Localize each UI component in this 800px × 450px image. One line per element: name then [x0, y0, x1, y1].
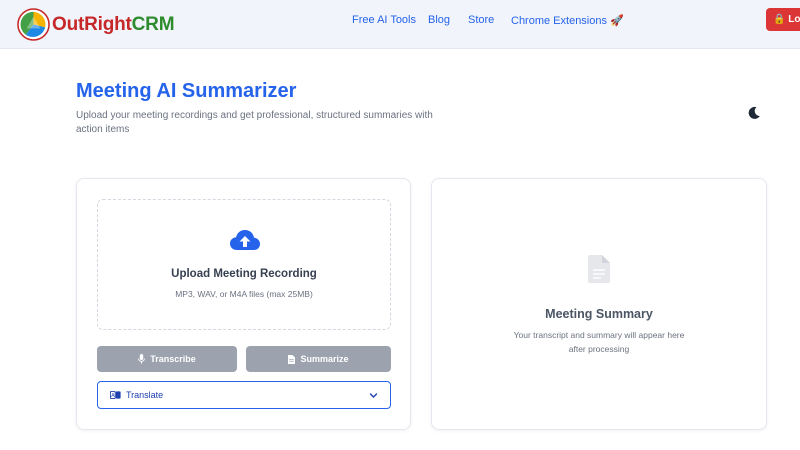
nav-link-store[interactable]: Store — [468, 14, 494, 26]
nav-link-blog[interactable]: Blog — [428, 14, 450, 26]
translate-label: Translate — [126, 390, 164, 400]
summary-placeholder-text: Your transcript and summary will appear … — [513, 330, 685, 354]
upload-dropzone[interactable]: Upload Meeting Recording MP3, WAV, or M4… — [97, 199, 391, 330]
language-icon: A — [110, 391, 121, 399]
logo-icon — [17, 8, 50, 41]
summarize-label: Summarize — [300, 354, 349, 364]
summary-title: Meeting Summary — [545, 307, 653, 321]
transcribe-button[interactable]: Transcribe — [97, 346, 237, 372]
nav-link-chrome-extensions[interactable]: Chrome Extensions 🚀 — [511, 14, 624, 27]
upload-card: Upload Meeting Recording MP3, WAV, or M4… — [76, 178, 411, 430]
chevron-down-icon — [369, 393, 378, 398]
upload-title: Upload Meeting Recording — [171, 268, 317, 280]
file-text-icon — [288, 354, 296, 364]
brand-name: OutRightCRM — [52, 13, 175, 35]
brand-logo[interactable]: OutRightCRM — [17, 8, 175, 41]
microphone-icon — [138, 354, 146, 364]
logout-button[interactable]: 🔒 Log — [766, 8, 800, 31]
document-icon — [588, 255, 610, 283]
cloud-upload-icon — [230, 230, 260, 250]
page-title: Meeting AI Summarizer — [76, 80, 297, 102]
translate-select[interactable]: A Translate — [97, 381, 391, 409]
summarize-button[interactable]: Summarize — [246, 346, 391, 372]
moon-icon[interactable] — [746, 105, 762, 121]
top-navbar: OutRightCRM Free AI Tools Blog Store Chr… — [0, 0, 800, 49]
nav-link-free-ai-tools[interactable]: Free AI Tools — [352, 14, 416, 26]
page-subtitle: Upload your meeting recordings and get p… — [76, 110, 433, 135]
summary-card: Meeting Summary Your transcript and summ… — [431, 178, 767, 430]
upload-hint: MP3, WAV, or M4A files (max 25MB) — [175, 289, 313, 299]
transcribe-label: Transcribe — [150, 354, 196, 364]
